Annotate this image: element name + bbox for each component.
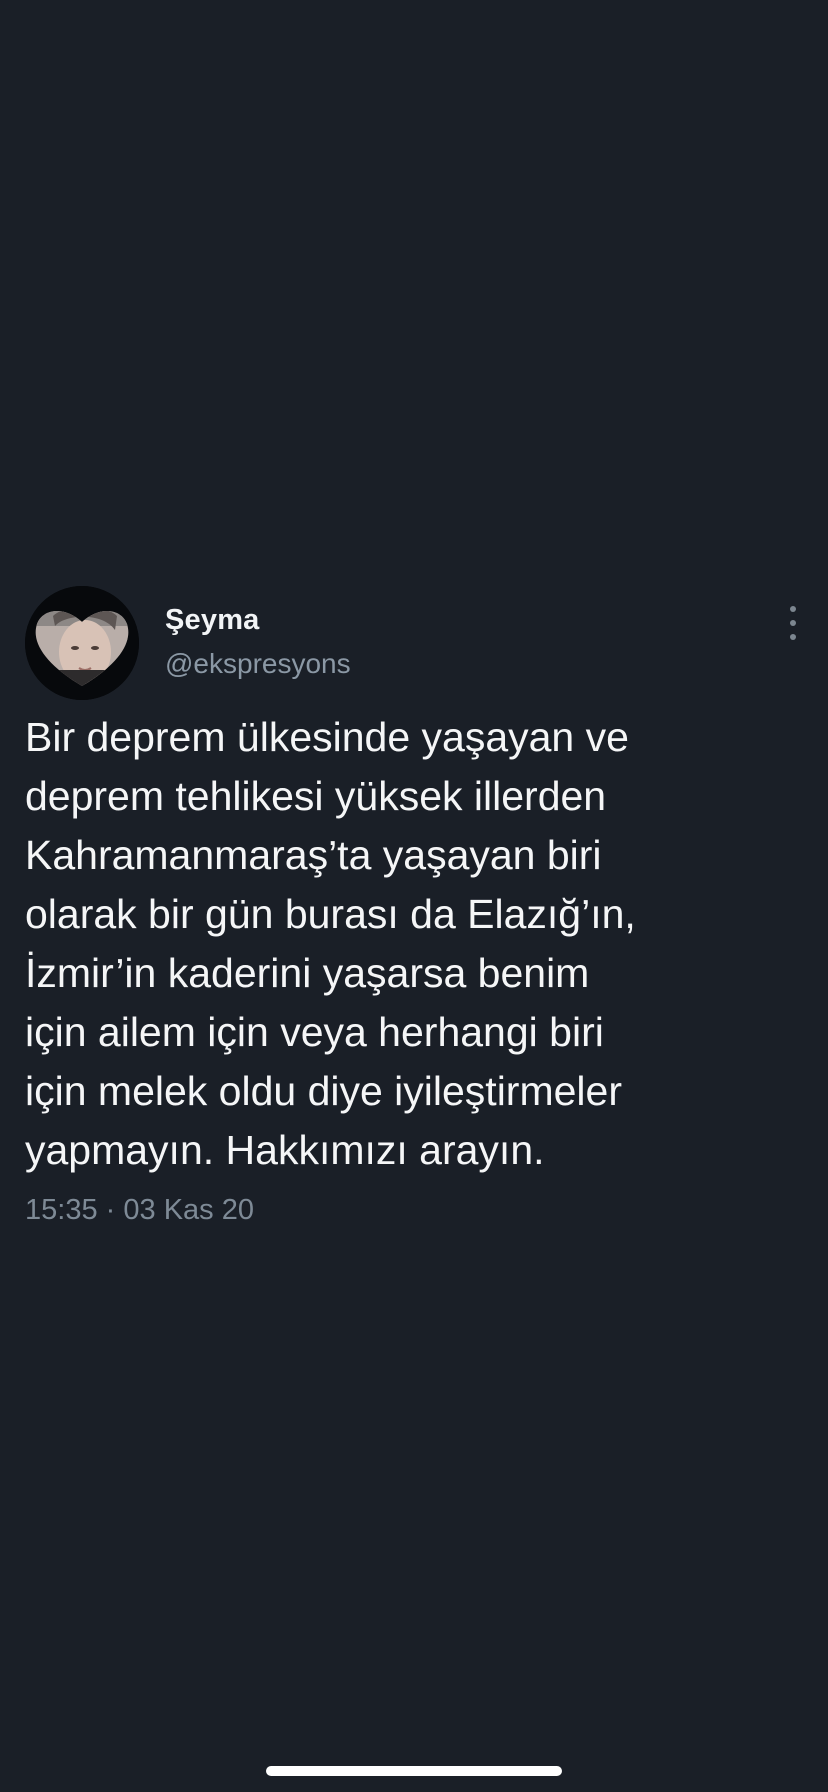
- tweet-text: Bir deprem ülkesinde yaşayan ve deprem t…: [25, 708, 745, 1180]
- more-dot: [790, 620, 796, 626]
- meta-separator: ·: [105, 1194, 116, 1226]
- avatar[interactable]: [25, 586, 139, 700]
- tweet-text-line: için melek oldu diye iyileştirmeler: [25, 1068, 622, 1114]
- tweet-text-line: olarak bir gün burası da Elazığ’ın,: [25, 891, 636, 937]
- tweet-date: 03 Kas 20: [123, 1194, 254, 1226]
- tweet-text-line: için ailem için veya herhangi biri: [25, 1009, 604, 1055]
- author-handle[interactable]: @ekspresyons: [165, 648, 351, 680]
- author-name[interactable]: Şeyma: [165, 604, 260, 637]
- more-dot: [790, 606, 796, 612]
- avatar-photo: [25, 586, 139, 700]
- tweet-text-line: deprem tehlikesi yüksek illerden: [25, 773, 607, 819]
- tweet-text-line: yapmayın. Hakkımızı arayın.: [25, 1127, 545, 1173]
- more-vertical-icon[interactable]: [783, 606, 803, 640]
- tweet-text-line: İzmir’in kaderini yaşarsa benim: [25, 950, 590, 996]
- tweet-timestamp[interactable]: 15:35 · 03 Kas 20: [25, 1194, 254, 1227]
- tweet-text-line: Kahramanmaraş’ta yaşayan biri: [25, 832, 602, 878]
- tweet-text-line: Bir deprem ülkesinde yaşayan ve: [25, 714, 629, 760]
- home-indicator[interactable]: [266, 1766, 562, 1776]
- more-dot: [790, 634, 796, 640]
- tweet-time: 15:35: [25, 1194, 98, 1226]
